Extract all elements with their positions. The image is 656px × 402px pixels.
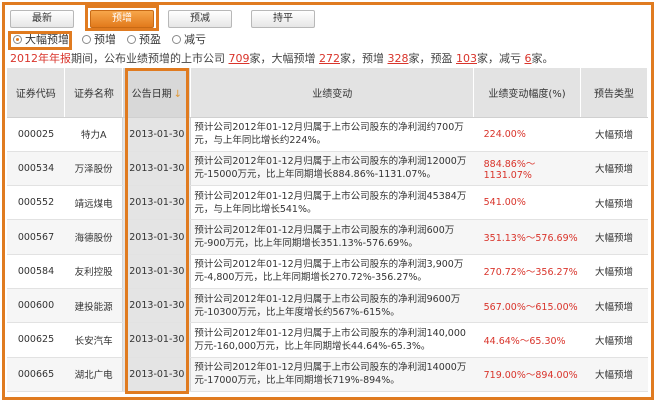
change-range-cell: 541.00% bbox=[473, 185, 581, 221]
summary-unit: 家，减亏 bbox=[477, 52, 521, 65]
table-header-row: 证券代码 证券名称 公告日期 ↓ 业绩变动 业绩变动幅度(%) 预告类型 bbox=[7, 68, 648, 118]
forecast-type-cell: 大幅预增 bbox=[580, 322, 648, 358]
stock-code-cell[interactable]: 000584 bbox=[7, 254, 65, 289]
date-column-highlight-frame bbox=[125, 68, 189, 394]
forecast-type-cell: 大幅预增 bbox=[580, 219, 648, 255]
stock-name-link[interactable]: 湖北广电 bbox=[64, 357, 123, 392]
performance-change-cell: 预计公司2012年01-12月归属于上市公司股东的净利润约700万元，与上年同比… bbox=[190, 117, 474, 152]
tab-flat[interactable]: 持平 bbox=[251, 10, 315, 28]
summary-unit: 家，预盈 bbox=[408, 52, 453, 65]
stock-code-cell[interactable]: 000552 bbox=[7, 185, 65, 221]
stock-code-cell[interactable]: 000665 bbox=[7, 357, 65, 392]
forecast-type-cell: 大幅预增 bbox=[580, 357, 648, 392]
forecast-type-cell: 大幅预增 bbox=[580, 117, 648, 152]
summary-year-report: 年报 bbox=[49, 52, 71, 65]
change-range-cell: 884.86%～1131.07% bbox=[473, 151, 581, 187]
summary-unit: 家。 bbox=[531, 52, 554, 65]
radio-dot-icon bbox=[127, 35, 136, 44]
table-row: 000600 建投能源 2013-01-30 预计公司2012年01-12月归属于上市… bbox=[7, 288, 648, 324]
table-row: 000625 长安汽车 2013-01-30 预计公司2012年01-12月归属于上市… bbox=[7, 322, 648, 358]
stock-name-link[interactable]: 友利控股 bbox=[64, 254, 123, 289]
stock-code-cell[interactable]: 000025 bbox=[7, 117, 65, 152]
forecast-table: 证券代码 证券名称 公告日期 ↓ 业绩变动 业绩变动幅度(%) 预告类型 0000… bbox=[7, 68, 648, 392]
performance-change-cell: 预计公司2012年01-12月归属于上市公司股东的净利润600万元-900万元，… bbox=[190, 219, 474, 255]
radio-increase[interactable]: 预增 bbox=[82, 32, 116, 48]
table-row: 000584 友利控股 2013-01-30 预计公司2012年01-12月归属于上市… bbox=[7, 254, 648, 289]
change-range-cell: 224.00% bbox=[473, 117, 581, 152]
stock-code-cell[interactable]: 000600 bbox=[7, 288, 65, 324]
col-header-name[interactable]: 证券名称 bbox=[64, 68, 124, 118]
stock-name-link[interactable]: 海德股份 bbox=[64, 219, 123, 255]
performance-change-cell: 预计公司2012年01-12月归属于上市公司股东的净利润14000万元-1700… bbox=[190, 357, 474, 392]
summary-year: 2012年 bbox=[10, 52, 49, 65]
radio-less-loss[interactable]: 减亏 bbox=[172, 32, 206, 48]
change-range-cell: 44.64%～65.30% bbox=[473, 322, 581, 358]
radio-label: 减亏 bbox=[184, 33, 206, 46]
col-header-code[interactable]: 证券代码 bbox=[7, 68, 66, 118]
stock-name-link[interactable]: 建投能源 bbox=[64, 288, 123, 324]
change-range-cell: 270.72%～356.27% bbox=[473, 254, 581, 289]
stock-name-link[interactable]: 长安汽车 bbox=[64, 322, 123, 358]
tab-forecast-decrease[interactable]: 预减 bbox=[168, 10, 232, 28]
radio-label: 预盈 bbox=[139, 33, 161, 46]
performance-change-cell: 预计公司2012年01-12月归属于上市公司股东的净利润3,900万元-4,80… bbox=[190, 254, 474, 289]
change-range-cell: 719.00%～894.00% bbox=[473, 357, 581, 392]
summary-less-loss-link[interactable]: 6 bbox=[525, 52, 532, 65]
summary-increase-link[interactable]: 328 bbox=[388, 52, 409, 65]
forecast-type-cell: 大幅预增 bbox=[580, 254, 648, 289]
radio-dot-icon bbox=[172, 35, 181, 44]
summary-profit-link[interactable]: 103 bbox=[456, 52, 477, 65]
summary-text: 期间，公布业绩预增的上市公司 bbox=[71, 52, 225, 65]
performance-change-cell: 预计公司2012年01-12月归属于上市公司股东的净利润9600万元-10300… bbox=[190, 288, 474, 324]
radio-dot-icon bbox=[82, 35, 91, 44]
forecast-type-cell: 大幅预增 bbox=[580, 151, 648, 187]
radio-label: 预增 bbox=[94, 33, 116, 46]
performance-change-cell: 预计公司2012年01-12月归属于上市公司股东的净利润45384万元，与上年同… bbox=[190, 185, 474, 221]
tab-latest[interactable]: 最新 bbox=[10, 10, 74, 28]
col-header-change[interactable]: 业绩变动 bbox=[190, 68, 475, 118]
table-row: 000025 特力A 2013-01-30 预计公司2012年01-12月归属于上市公… bbox=[7, 117, 648, 152]
forecast-type-cell: 大幅预增 bbox=[580, 288, 648, 324]
table-row: 000534 万泽股份 2013-01-30 预计公司2012年01-12月归属于上市… bbox=[7, 151, 648, 187]
col-header-type[interactable]: 预告类型 bbox=[580, 68, 648, 118]
summary-unit: 家，大幅预增 bbox=[249, 52, 316, 65]
stock-name-link[interactable]: 靖远煤电 bbox=[64, 185, 123, 221]
stock-name-link[interactable]: 特力A bbox=[64, 117, 123, 152]
stock-code-cell[interactable]: 000567 bbox=[7, 219, 65, 255]
performance-change-cell: 预计公司2012年01-12月归属于上市公司股东的净利润12000万元-1500… bbox=[190, 151, 474, 187]
radio-highlight-frame bbox=[8, 31, 72, 50]
forecast-type-cell: 大幅预增 bbox=[580, 185, 648, 221]
change-range-cell: 351.13%～576.69% bbox=[473, 219, 581, 255]
tab-highlight-frame bbox=[85, 5, 159, 31]
stock-code-cell[interactable]: 000534 bbox=[7, 151, 65, 187]
table-row: 000552 靖远煤电 2013-01-30 预计公司2012年01-12月归属于上市… bbox=[7, 185, 648, 221]
performance-change-cell: 预计公司2012年01-12月归属于上市公司股东的净利润140,000万元-16… bbox=[190, 322, 474, 358]
table-row: 000567 海德股份 2013-01-30 预计公司2012年01-12月归属于上市… bbox=[7, 219, 648, 255]
stock-name-link[interactable]: 万泽股份 bbox=[64, 151, 123, 187]
stock-code-cell[interactable]: 000625 bbox=[7, 322, 65, 358]
summary-line: 2012年年报期间，公布业绩预增的上市公司 709家，大幅预增 272家，预增 … bbox=[10, 50, 554, 66]
summary-unit: 家，预增 bbox=[340, 52, 384, 65]
summary-total-link[interactable]: 709 bbox=[229, 52, 250, 65]
col-header-range[interactable]: 业绩变动幅度(%) bbox=[473, 68, 582, 118]
change-range-cell: 567.00%～615.00% bbox=[473, 288, 581, 324]
radio-profit[interactable]: 预盈 bbox=[127, 32, 161, 48]
summary-big-increase-link[interactable]: 272 bbox=[319, 52, 340, 65]
table-row: 000665 湖北广电 2013-01-30 预计公司2012年01-12月归属于上市… bbox=[7, 357, 648, 392]
